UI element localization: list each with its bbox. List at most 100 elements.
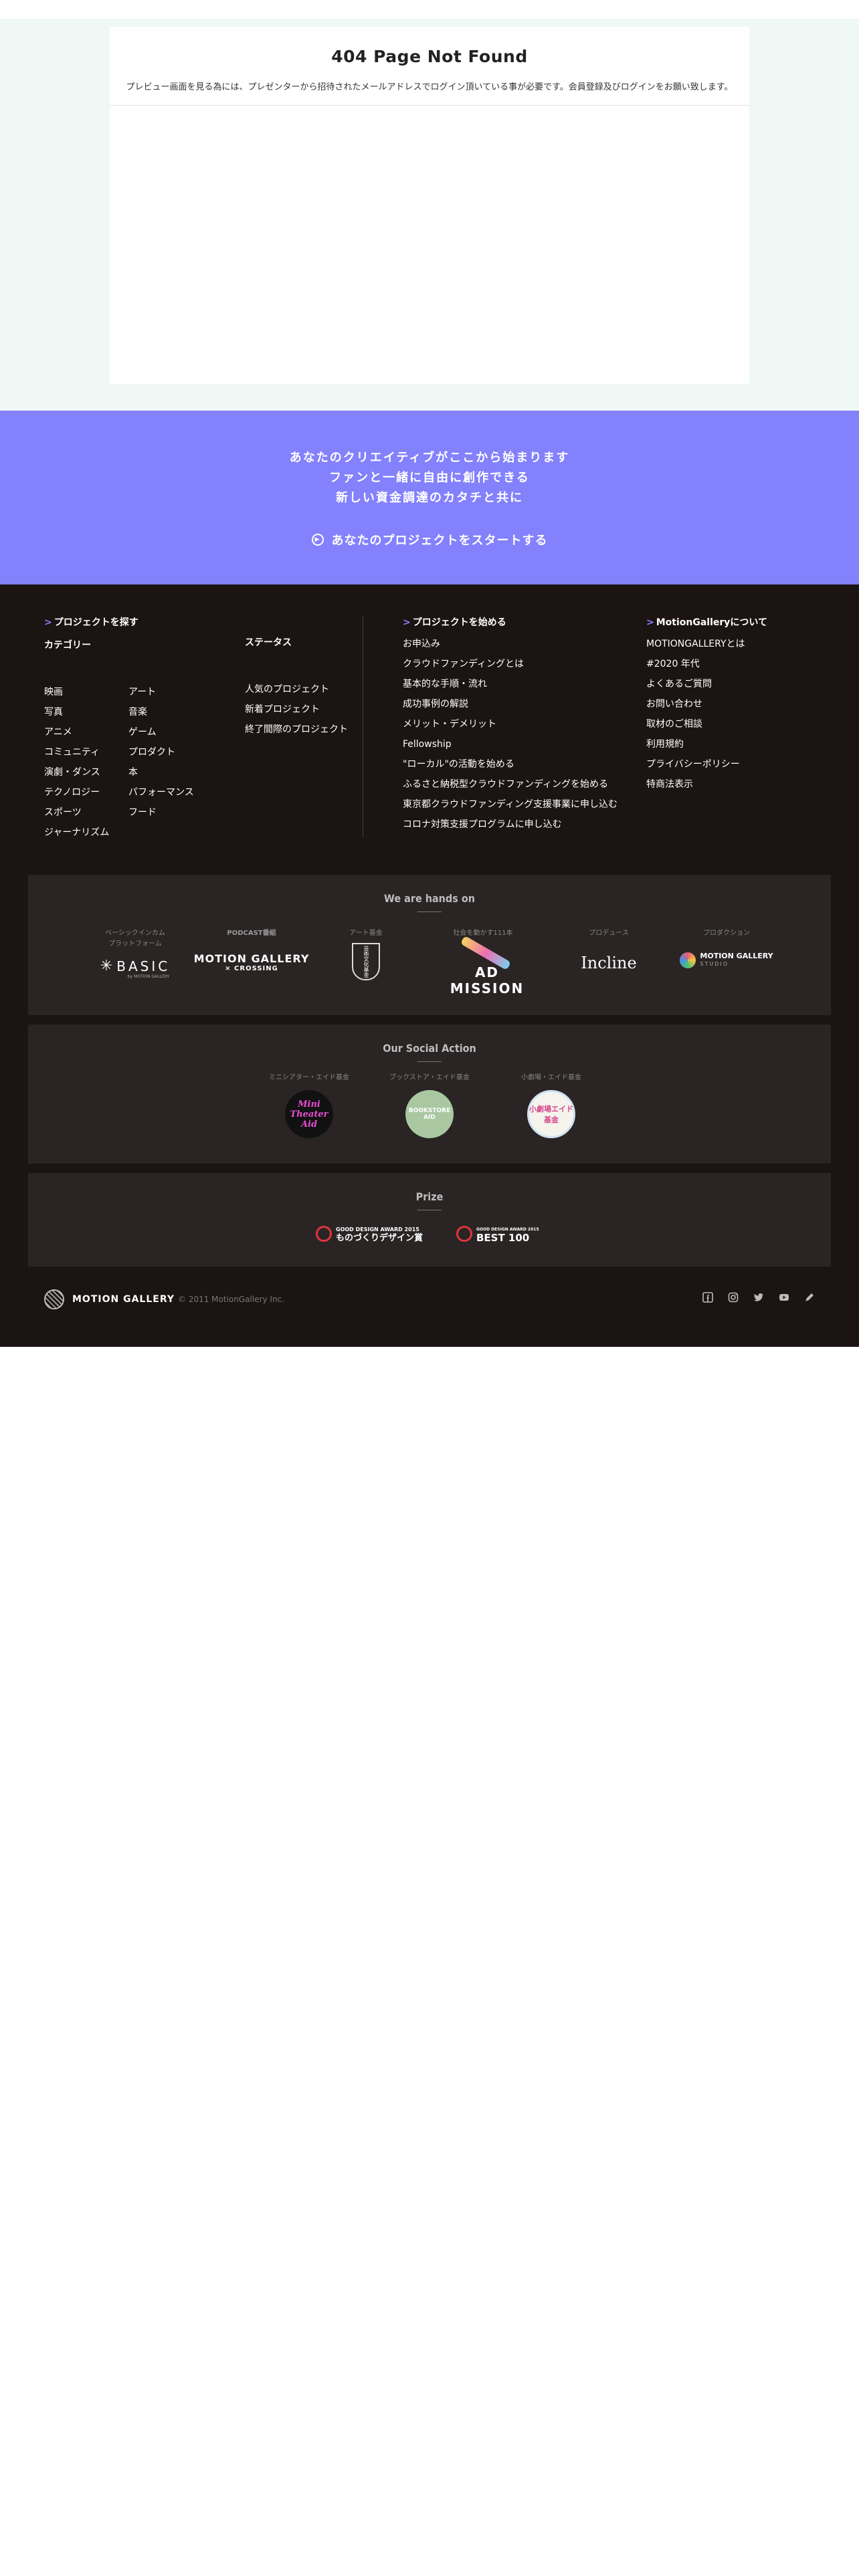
category-link[interactable]: ジャーナリズム: [44, 823, 128, 843]
status-list: 人気のプロジェクト 新着プロジェクト 終了間際のプロジェクト: [245, 679, 348, 740]
about-link[interactable]: MOTIONGALLERYとは: [646, 634, 767, 654]
footer-find-column: > プロジェクトを探す カテゴリー 映画 写真 アニメ コミュニティ 演劇・ダンス…: [44, 615, 235, 843]
about-link[interactable]: プライバシーポリシー: [646, 754, 767, 774]
instagram-icon[interactable]: [728, 1292, 739, 1303]
notfound-section: 404 Page Not Found プレビュー画面を見る為には、プレゼンターか…: [0, 19, 859, 411]
youtube-icon[interactable]: [779, 1292, 789, 1303]
basic-logo: ✳ BASIC: [100, 958, 171, 974]
category-link[interactable]: フード: [128, 802, 235, 823]
category-link[interactable]: ゲーム: [128, 722, 235, 742]
divider: [417, 911, 442, 912]
start-link[interactable]: クラウドファンディングとは: [403, 654, 617, 674]
hands-on-panel: We are hands on ベーシックインカム プラットフォーム ✳ BAS…: [28, 875, 831, 1015]
brand-logo[interactable]: MOTION GALLERY: [44, 1289, 175, 1309]
category-label: カテゴリー: [44, 640, 91, 651]
color-wheel-icon: [680, 952, 696, 968]
divider: [110, 105, 749, 106]
status-link[interactable]: 新着プロジェクト: [245, 700, 348, 720]
cta-line-3: 新しい資金調達のカタチと共に: [336, 491, 523, 505]
studio-logo-link[interactable]: プロダクション MOTION GALLERY STUDIO: [673, 928, 780, 968]
category-list-1: 映画 写真 アニメ コミュニティ 演劇・ダンス テクノロジー スポーツ ジャーナ…: [44, 682, 128, 843]
motion-gallery-icon: [44, 1289, 64, 1309]
start-link[interactable]: "ローカル"の活動を始める: [403, 754, 617, 774]
about-link[interactable]: お問い合わせ: [646, 694, 767, 714]
category-link[interactable]: アート: [128, 682, 235, 702]
pen-icon[interactable]: [804, 1292, 815, 1303]
shield-icon: 芸術文化基金: [352, 943, 380, 980]
start-link[interactable]: コロナ対策支援プログラムに申し込む: [403, 815, 617, 835]
start-link[interactable]: 東京都クラウドファンディング支援事業に申し込む: [403, 794, 617, 815]
category-link[interactable]: 本: [128, 762, 235, 782]
about-list: MOTIONGALLERYとは #2020 年代 よくあるご質問 お問い合わせ …: [646, 634, 767, 794]
sparkle-icon: ✳: [100, 958, 113, 974]
facebook-icon[interactable]: [702, 1292, 713, 1303]
x-icon: ×: [225, 965, 235, 972]
category-link[interactable]: 演劇・ダンス: [44, 762, 128, 782]
logo-caption: ブックストア・エイド基金: [389, 1074, 470, 1081]
art-fund-logo-link[interactable]: アート基金 芸術文化基金: [329, 928, 403, 980]
footer: > プロジェクトを探す カテゴリー 映画 写真 アニメ コミュニティ 演劇・ダンス…: [0, 584, 859, 1347]
incline-logo: Incline: [581, 954, 637, 972]
start-link[interactable]: ふるさと納税型クラウドファンディングを始める: [403, 774, 617, 794]
category-link[interactable]: パフォーマンス: [128, 782, 235, 802]
category-link[interactable]: 音楽: [128, 702, 235, 722]
incline-logo-link[interactable]: プロデュース Incline: [575, 928, 642, 972]
logo-caption: PODCAST番組: [227, 930, 276, 937]
mini-theater-aid-link[interactable]: ミニシアター・エイド基金 Mini Theater Aid: [262, 1073, 356, 1138]
about-link[interactable]: 特商法表示: [646, 774, 767, 794]
g-mark-icon: [456, 1226, 472, 1242]
basic-logo-link[interactable]: ベーシックインカム プラットフォーム ✳ BASIC by MOTION GAL…: [82, 928, 189, 979]
logo-sub: × CROSSING: [225, 965, 278, 972]
footer-about-column: > MotionGalleryについて MOTIONGALLERYとは #2020…: [646, 615, 767, 794]
status-link[interactable]: 人気のプロジェクト: [245, 679, 348, 700]
start-link[interactable]: 基本的な手順・流れ: [403, 674, 617, 694]
footer-about-heading[interactable]: > MotionGalleryについて: [646, 615, 767, 629]
logo-caption: プロダクション: [703, 930, 750, 937]
about-link[interactable]: 利用規約: [646, 734, 767, 754]
divider: [417, 1061, 442, 1062]
category-link[interactable]: コミュニティ: [44, 742, 128, 762]
category-link[interactable]: アニメ: [44, 722, 128, 742]
about-link[interactable]: 取材のご相談: [646, 714, 767, 734]
category-link[interactable]: 写真: [44, 702, 128, 722]
footer-start-column: > プロジェクトを始める お申込み クラウドファンディングとは 基本的な手順・流れ…: [403, 615, 617, 835]
start-link[interactable]: Fellowship: [403, 734, 617, 754]
category-list-2: アート 音楽 ゲーム プロダクト 本 パフォーマンス フード: [128, 682, 235, 843]
about-link[interactable]: よくあるご質問: [646, 674, 767, 694]
social-links: [702, 1292, 815, 1303]
category-link[interactable]: プロダクト: [128, 742, 235, 762]
crossing-logo-link[interactable]: PODCAST番組 MOTION GALLERY × CROSSING: [191, 928, 312, 972]
ad-mission-logo-link[interactable]: 社会を動かす111本 AD MISSION: [436, 928, 530, 996]
small-theater-aid-link[interactable]: 小劇場・エイド基金 小劇場エイド基金: [504, 1073, 598, 1138]
footer-find-heading[interactable]: > プロジェクトを探す: [44, 615, 235, 629]
logo-caption: 小劇場・エイド基金: [521, 1074, 581, 1081]
logo-caption: 社会を動かす111本: [453, 930, 513, 937]
category-link[interactable]: 映画: [44, 682, 128, 702]
small-theater-aid-logo: 小劇場エイド基金: [527, 1090, 575, 1138]
twitter-icon[interactable]: [753, 1292, 764, 1303]
social-action-title: Our Social Action: [383, 1042, 476, 1055]
category-link[interactable]: スポーツ: [44, 802, 128, 823]
copyright: © 2011 MotionGallery Inc.: [178, 1295, 284, 1304]
footer-start-heading[interactable]: > プロジェクトを始める: [403, 615, 617, 629]
notfound-message: プレビュー画面を見る為には、プレゼンターから招待されたメールアドレスでログイン頂…: [126, 82, 733, 92]
logo-sub: by MOTION GALLERY: [127, 974, 170, 979]
category-link[interactable]: テクノロジー: [44, 782, 128, 802]
start-link[interactable]: 成功事例の解説: [403, 694, 617, 714]
start-link[interactable]: メリット・デメリット: [403, 714, 617, 734]
prize-panel: Prize GOOD DESIGN AWARD 2015 ものづくりデザイン賞 …: [28, 1173, 831, 1267]
studio-logo: MOTION GALLERY STUDIO: [673, 952, 780, 968]
logo-caption: アート基金: [349, 930, 383, 937]
start-project-button[interactable]: ▶ あなたのプロジェクトをスタートする: [311, 531, 548, 548]
about-link[interactable]: #2020 年代: [646, 654, 767, 674]
social-action-panel: Our Social Action ミニシアター・エイド基金 Mini Thea…: [28, 1025, 831, 1164]
start-link[interactable]: お申込み: [403, 634, 617, 654]
footer-bottom-bar: MOTION GALLERY © 2011 MotionGallery Inc.: [44, 1287, 815, 1313]
hands-on-title: We are hands on: [384, 892, 475, 905]
mini-theater-aid-logo: Mini Theater Aid: [285, 1090, 333, 1138]
bookstore-aid-link[interactable]: ブックストア・エイド基金 BOOKSTORE AID: [383, 1073, 476, 1138]
g-mark-icon: [316, 1226, 332, 1242]
status-label: ステータス: [245, 637, 292, 648]
status-link[interactable]: 終了間際のプロジェクト: [245, 720, 348, 740]
prize-title: Prize: [415, 1190, 444, 1203]
